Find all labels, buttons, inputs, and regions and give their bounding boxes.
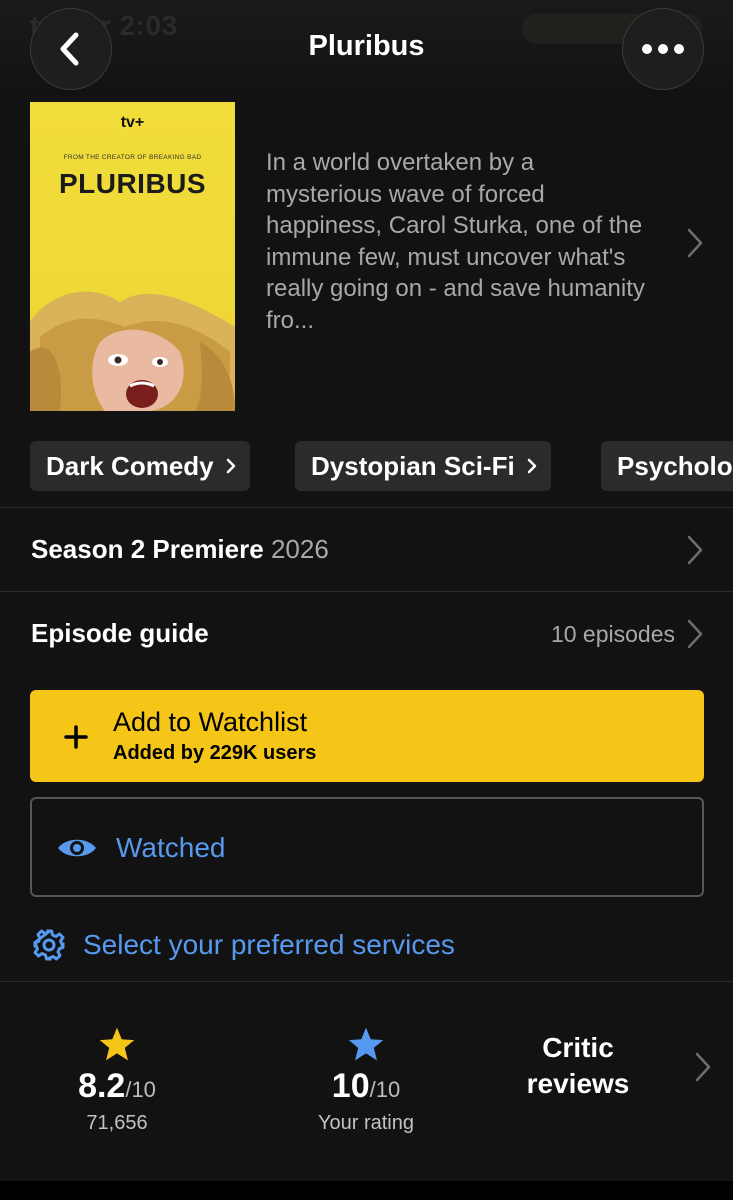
poster-brand-logo: tv+	[120, 114, 145, 131]
season-premiere-year: 2026	[270, 534, 329, 564]
imdb-score: 8.2/10	[78, 1067, 156, 1105]
chevron-right-icon	[695, 1052, 711, 1082]
imdb-vote-count: 71,656	[86, 1112, 148, 1134]
chevron-right-icon	[226, 458, 235, 474]
chevron-right-icon	[687, 535, 703, 565]
gear-icon	[33, 929, 65, 961]
more-options-button[interactable]	[622, 8, 704, 90]
poster-image[interactable]: tv+ FROM THE CREATOR OF BREAKING BAD PLU…	[30, 102, 235, 411]
select-services-label: Select your preferred services	[83, 929, 455, 960]
watched-label: Watched	[116, 832, 226, 863]
your-rating-label: Your rating	[318, 1112, 414, 1134]
add-to-watchlist-button[interactable]: Add to Watchlist Added by 229K users	[30, 690, 704, 782]
episode-guide-label: Episode guide	[31, 618, 209, 648]
watched-button[interactable]: Watched	[30, 797, 704, 897]
top-bar: trailer 2:03 Pluribus	[0, 0, 733, 96]
select-services-link[interactable]: Select your preferred services	[32, 928, 455, 967]
critic-reviews-label: Critic reviews	[526, 1032, 630, 1099]
poster-tagline: FROM THE CREATOR OF BREAKING BAD	[63, 154, 202, 161]
watchlist-subtitle: Added by 229K users	[113, 742, 317, 764]
divider	[0, 591, 733, 592]
your-rating[interactable]: 10/10 Your rating	[296, 1026, 436, 1135]
genre-chip-label: Dark Comedy	[46, 450, 214, 481]
synopsis-text[interactable]: In a world overtaken by a mysterious wav…	[266, 147, 646, 336]
synopsis-chevron-icon[interactable]	[686, 228, 704, 258]
ellipsis-icon	[642, 44, 684, 54]
genre-chip-row: Dark Comedy Dystopian Sci-Fi Psychologic…	[30, 441, 733, 493]
genre-chip-dark-comedy[interactable]: Dark Comedy	[30, 441, 250, 491]
chevron-right-icon	[687, 619, 703, 649]
poster-artwork	[30, 291, 235, 411]
genre-chip-dystopian-scifi[interactable]: Dystopian Sci-Fi	[295, 441, 551, 491]
chevron-right-icon	[527, 458, 536, 474]
season-premiere-label: Season 2 Premiere 2026	[31, 534, 329, 564]
poster-title: PLURIBUS	[58, 168, 207, 199]
bottom-edge	[0, 1181, 733, 1200]
eye-icon	[58, 839, 96, 857]
episode-count: 10 episodes	[550, 621, 675, 647]
genre-chip-psychological[interactable]: Psychological	[601, 441, 733, 491]
divider	[0, 507, 733, 508]
your-rating-score: 10/10	[331, 1067, 401, 1105]
star-icon	[348, 1027, 384, 1061]
plus-icon	[64, 725, 88, 749]
genre-chip-label: Dystopian Sci-Fi	[311, 450, 515, 481]
watchlist-title: Add to Watchlist	[113, 707, 308, 737]
imdb-rating[interactable]: 8.2/10 71,656	[52, 1026, 182, 1135]
star-icon	[99, 1027, 135, 1061]
genre-chip-label: Psychological	[617, 450, 733, 481]
